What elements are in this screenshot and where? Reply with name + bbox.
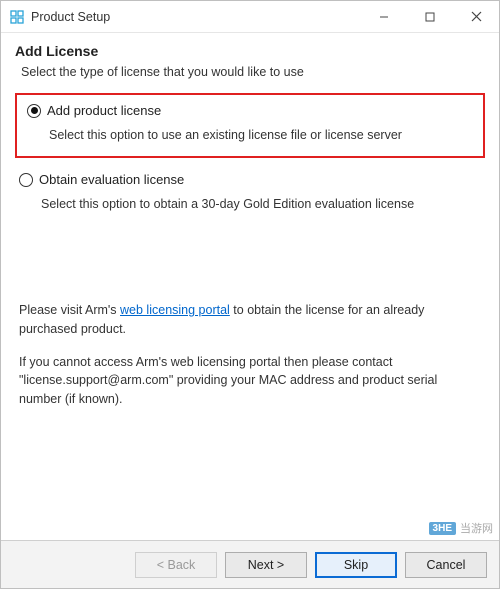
option-description: Select this option to use an existing li…: [49, 128, 473, 142]
option-description: Select this option to obtain a 30-day Go…: [41, 197, 481, 211]
watermark-badge: 3HE: [429, 522, 456, 535]
info-paragraph-2: If you cannot access Arm's web licensing…: [19, 353, 481, 409]
next-button[interactable]: Next >: [225, 552, 307, 578]
watermark-text: 当游网: [460, 520, 493, 536]
page-subtitle: Select the type of license that you woul…: [21, 65, 485, 79]
watermark: 3HE 当游网: [429, 520, 493, 536]
radio-obtain-evaluation-license[interactable]: Obtain evaluation license: [19, 172, 481, 187]
option-obtain-evaluation-license[interactable]: Obtain evaluation license Select this op…: [15, 172, 485, 211]
maximize-button[interactable]: [407, 1, 453, 32]
back-button: < Back: [135, 552, 217, 578]
radio-icon: [19, 173, 33, 187]
option-label: Obtain evaluation license: [39, 172, 184, 187]
minimize-button[interactable]: [361, 1, 407, 32]
app-icon: [9, 9, 25, 25]
info-paragraph-1: Please visit Arm's web licensing portal …: [19, 301, 481, 339]
window-controls: [361, 1, 499, 32]
close-button[interactable]: [453, 1, 499, 32]
skip-button[interactable]: Skip: [315, 552, 397, 578]
titlebar: Product Setup: [1, 1, 499, 33]
option-add-product-license[interactable]: Add product license Select this option t…: [15, 93, 485, 158]
page-title: Add License: [15, 43, 485, 59]
content-area: Add product license Select this option t…: [1, 93, 499, 409]
page-header: Add License Select the type of license t…: [1, 33, 499, 93]
option-label: Add product license: [47, 103, 161, 118]
radio-icon: [27, 104, 41, 118]
cancel-button[interactable]: Cancel: [405, 552, 487, 578]
wizard-footer: < Back Next > Skip Cancel: [1, 540, 499, 588]
info-text: Please visit Arm's web licensing portal …: [15, 301, 485, 409]
radio-add-product-license[interactable]: Add product license: [27, 103, 473, 118]
web-licensing-portal-link[interactable]: web licensing portal: [120, 303, 230, 317]
window-title: Product Setup: [31, 10, 361, 24]
